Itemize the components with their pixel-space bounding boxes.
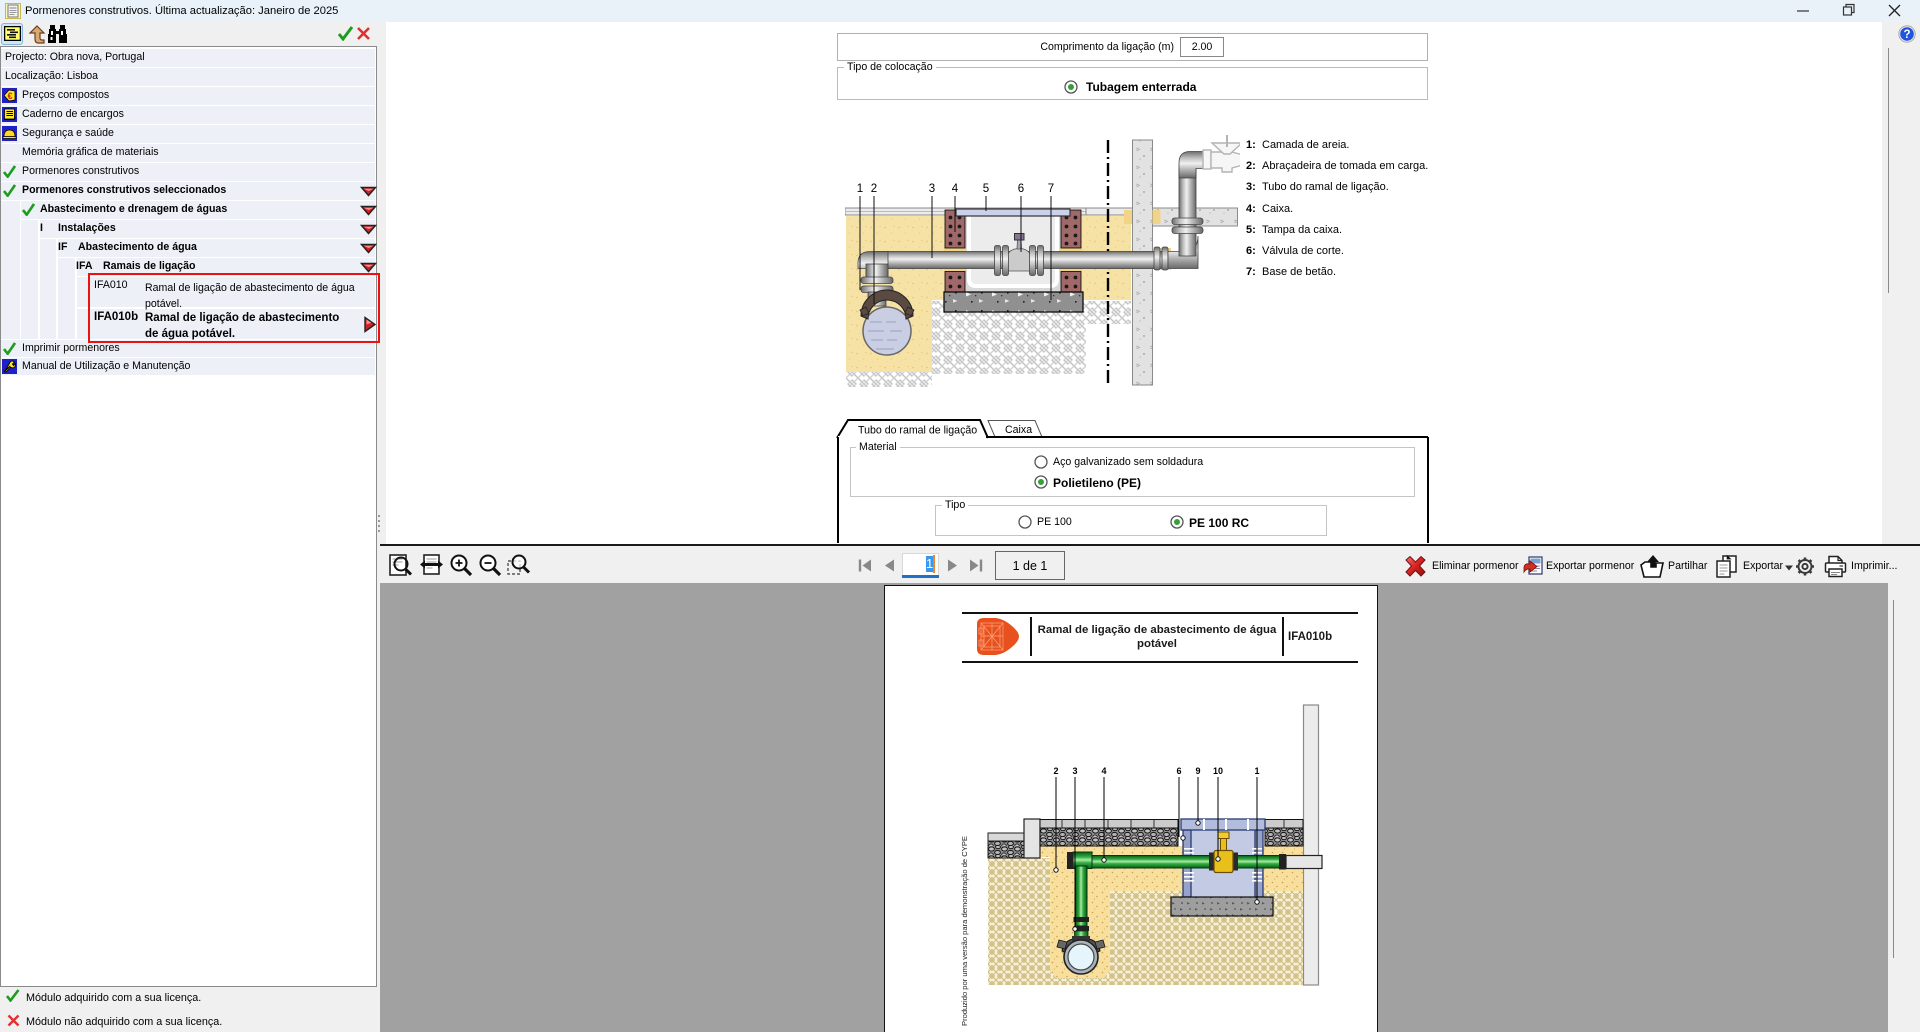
svg-text:7: 7 — [1048, 183, 1054, 195]
svg-text:Tubo do ramal de ligação: Tubo do ramal de ligação — [858, 425, 977, 437]
svg-text:4: 4 — [1101, 766, 1106, 776]
svg-text:€: € — [7, 91, 12, 101]
svg-text:?: ? — [1903, 29, 1910, 41]
svg-text:3: 3 — [1072, 766, 1077, 776]
svg-text:1: 1 — [857, 183, 863, 195]
svg-text:6: 6 — [1176, 766, 1181, 776]
svg-text:3: 3 — [929, 183, 935, 195]
svg-text:10: 10 — [1213, 766, 1223, 776]
svg-text:4: 4 — [952, 183, 959, 195]
svg-text:2: 2 — [1053, 766, 1058, 776]
svg-text:Caixa: Caixa — [1005, 424, 1032, 436]
svg-text:6: 6 — [1018, 183, 1024, 195]
svg-text:1: 1 — [1254, 766, 1259, 776]
svg-text:2: 2 — [871, 183, 877, 195]
svg-text:9: 9 — [1195, 766, 1200, 776]
svg-text:5: 5 — [983, 183, 989, 195]
